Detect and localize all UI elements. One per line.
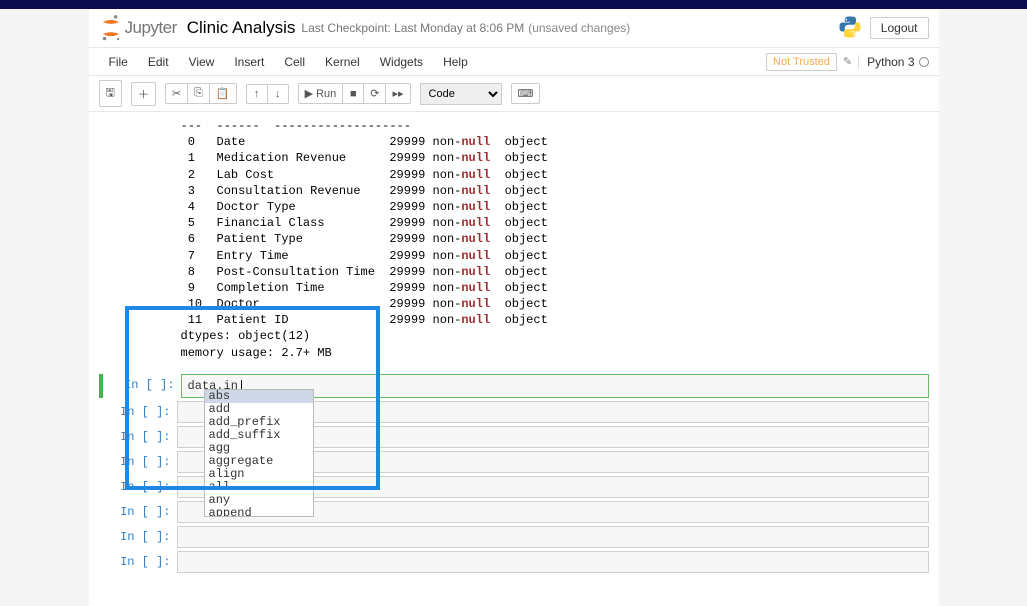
- menu-help[interactable]: Help: [433, 51, 478, 73]
- cell-input[interactable]: data.in| absaddadd_prefixadd_suffixaggag…: [181, 374, 929, 398]
- menubar: FileEditViewInsertCellKernelWidgetsHelp …: [89, 48, 939, 76]
- autocomplete-item[interactable]: add_suffix: [205, 429, 313, 442]
- menu-file[interactable]: File: [99, 51, 138, 73]
- kernel-indicator[interactable]: Python 3: [858, 55, 928, 69]
- code-cell-active[interactable]: In [ ]: data.in| absaddadd_prefixadd_suf…: [99, 374, 929, 398]
- kernel-name-text: Python 3: [867, 55, 914, 69]
- autocomplete-item[interactable]: any: [205, 494, 313, 507]
- command-palette-button[interactable]: ⌨: [511, 83, 541, 104]
- python-icon: [838, 15, 862, 42]
- unsaved-text: (unsaved changes): [528, 21, 630, 35]
- output-dataframe-info: --- ------ ------------------- 0 Date 29…: [181, 118, 929, 371]
- menu-edit[interactable]: Edit: [138, 51, 179, 73]
- cell-prompt: In [ ]:: [99, 401, 177, 423]
- cell-prompt: In [ ]:: [99, 501, 177, 523]
- menu-kernel[interactable]: Kernel: [315, 51, 370, 73]
- notebook-title[interactable]: Clinic Analysis: [187, 18, 296, 38]
- menu-widgets[interactable]: Widgets: [370, 51, 433, 73]
- menu-view[interactable]: View: [179, 51, 225, 73]
- notebook-container: --- ------ ------------------- 0 Date 29…: [89, 112, 939, 606]
- restart-run-all-button[interactable]: ▸▸: [385, 83, 410, 104]
- interrupt-button[interactable]: ■: [342, 83, 364, 104]
- cell-input[interactable]: [177, 551, 929, 573]
- logout-button[interactable]: Logout: [870, 17, 929, 39]
- cut-button[interactable]: ✂: [165, 83, 188, 104]
- browser-topbar: [0, 0, 1027, 9]
- logo-text: Jupyter: [125, 18, 177, 38]
- autocomplete-item[interactable]: add_prefix: [205, 416, 313, 429]
- insert-cell-button[interactable]: ＋: [131, 82, 156, 106]
- autocomplete-item[interactable]: add: [205, 403, 313, 416]
- autocomplete-item[interactable]: append: [205, 507, 313, 517]
- cell-prompt: In [ ]:: [99, 451, 177, 473]
- edit-icon[interactable]: ✎: [843, 55, 852, 68]
- copy-button[interactable]: ⎘: [187, 83, 210, 104]
- restart-button[interactable]: ⟳: [363, 83, 386, 104]
- save-button[interactable]: 🖫: [99, 80, 122, 107]
- kernel-status-icon: [919, 57, 929, 67]
- run-button[interactable]: ▶ Run: [298, 83, 344, 104]
- cell-prompt: In [ ]:: [99, 426, 177, 448]
- cell-prompt: In [ ]:: [103, 374, 181, 398]
- cell-prompt: In [ ]:: [99, 551, 177, 573]
- notebook-page: Jupyter Clinic Analysis Last Checkpoint:…: [89, 9, 939, 606]
- header: Jupyter Clinic Analysis Last Checkpoint:…: [89, 9, 939, 48]
- menu-insert[interactable]: Insert: [224, 51, 274, 73]
- celltype-select[interactable]: Code: [420, 83, 502, 105]
- jupyter-icon: [99, 14, 123, 42]
- autocomplete-item[interactable]: aggregate: [205, 455, 313, 468]
- autocomplete-item[interactable]: align: [205, 468, 313, 481]
- code-cell-empty[interactable]: In [ ]:: [99, 526, 929, 548]
- menu-cell[interactable]: Cell: [274, 51, 315, 73]
- cell-prompt: In [ ]:: [99, 526, 177, 548]
- jupyter-logo[interactable]: Jupyter: [99, 14, 177, 42]
- move-down-button[interactable]: ↓: [267, 84, 289, 104]
- code-cell-empty[interactable]: In [ ]:: [99, 551, 929, 573]
- autocomplete-popup[interactable]: absaddadd_prefixadd_suffixaggaggregateal…: [204, 389, 314, 517]
- cell-prompt: In [ ]:: [99, 476, 177, 498]
- autocomplete-item[interactable]: agg: [205, 442, 313, 455]
- autocomplete-item[interactable]: all: [205, 481, 313, 494]
- cell-input[interactable]: [177, 526, 929, 548]
- toolbar: 🖫 ＋ ✂ ⎘ 📋 ↑ ↓ ▶ Run ■ ⟳ ▸▸ Code ⌨: [89, 76, 939, 112]
- autocomplete-item[interactable]: abs: [205, 390, 313, 403]
- move-up-button[interactable]: ↑: [246, 84, 268, 104]
- trust-indicator[interactable]: Not Trusted: [766, 53, 837, 71]
- paste-button[interactable]: 📋: [209, 83, 237, 104]
- checkpoint-text: Last Checkpoint: Last Monday at 8:06 PM: [301, 21, 524, 35]
